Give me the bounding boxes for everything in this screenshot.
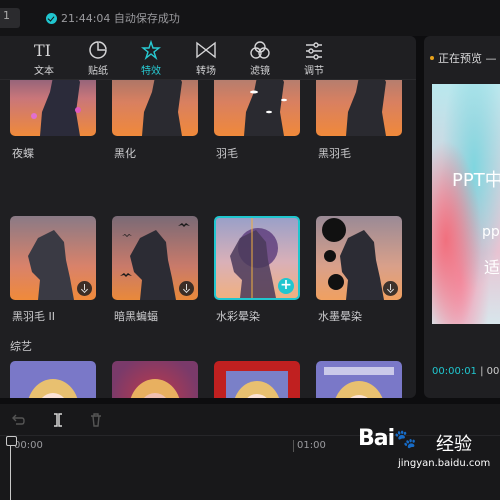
effect-thumb-variety-2[interactable] (112, 361, 198, 398)
effect-label: 黑羽毛 (318, 147, 351, 160)
baidu-watermark: Bai🐾 经验 jingyan.baidu.com (358, 422, 498, 492)
playhead[interactable] (6, 436, 17, 500)
canvas-title-text: PPT中 (452, 170, 500, 191)
project-tab[interactable]: 1 (0, 8, 20, 28)
anime-girl-image (130, 379, 180, 398)
section-title-variety: 综艺 (10, 340, 32, 353)
canvas-body-text: 适 (484, 258, 500, 277)
top-bar: 1 21:44:04 自动保存成功 (0, 0, 500, 36)
tab-sticker[interactable]: 贴纸 (78, 38, 118, 78)
effect-thumb-watercolor-blend[interactable]: + (214, 216, 300, 300)
transition-icon (196, 41, 216, 59)
text-icon: TI (34, 41, 51, 60)
delete-icon[interactable] (88, 412, 104, 428)
status-dot-icon (430, 56, 434, 60)
paw-icon: 🐾 (394, 429, 416, 450)
preview-canvas[interactable]: PPT中 pp 适 (432, 84, 500, 324)
tab-text-label: 文本 (34, 66, 54, 77)
ruler-label: 00:00 (14, 440, 43, 451)
preview-header: 正在预览 — (430, 50, 497, 66)
watermark-brand: Bai🐾 (358, 426, 417, 451)
download-icon[interactable] (383, 281, 398, 296)
effect-thumb-night-butterfly[interactable] (10, 80, 96, 136)
effect-thumb-blacken[interactable] (112, 80, 198, 136)
silhouette-image (142, 80, 182, 136)
tab-filter[interactable]: 滤镜 (240, 38, 280, 78)
effects-grid: 夜蝶 黑化 羽毛 黑羽毛 + 黑羽毛 II 暗黑蝙蝠 水彩晕染 水墨晕染 综艺 (0, 80, 416, 398)
download-icon[interactable] (77, 281, 92, 296)
effect-thumb-variety-1[interactable] (10, 361, 96, 398)
sticker-icon (89, 41, 107, 59)
watermark-url: jingyan.baidu.com (398, 458, 491, 469)
material-panel: TI 文本 贴纸 特效 转场 滤镜 调节 夜蝶 黑化 羽毛 黑羽毛 + 黑羽毛 … (0, 36, 416, 398)
tab-transition-label: 转场 (196, 66, 216, 77)
tab-effects[interactable]: 特效 (131, 38, 171, 78)
effect-label: 暗黑蝙蝠 (114, 310, 158, 323)
effect-thumb-black-feather[interactable] (316, 80, 402, 136)
total-time: 00 (486, 366, 500, 377)
preview-title: 正在预览 — (438, 52, 497, 65)
split-icon[interactable] (50, 412, 66, 428)
effect-thumb-variety-4[interactable] (316, 361, 402, 398)
preview-timecode: 00:00:01 | 00 (432, 366, 499, 377)
canvas-subtitle-text: pp (482, 224, 500, 240)
svg-text:TI: TI (34, 41, 51, 60)
autosave-status: 21:44:04 自动保存成功 (46, 10, 180, 26)
adjust-icon (306, 42, 322, 60)
ruler-label: 01:00 (297, 440, 326, 451)
tab-transition[interactable]: 转场 (186, 38, 226, 78)
effect-thumb-variety-3[interactable] (214, 361, 300, 398)
effects-star-icon (141, 40, 161, 60)
effect-label: 水彩晕染 (216, 310, 260, 323)
tab-filter-label: 滤镜 (250, 66, 270, 77)
autosave-text: 21:44:04 自动保存成功 (61, 12, 180, 25)
filter-icon (250, 41, 270, 59)
tab-effects-label: 特效 (141, 66, 161, 77)
anime-girl-image (28, 379, 78, 398)
watermark-suffix: 经验 (436, 434, 472, 455)
tab-adjust[interactable]: 调节 (294, 38, 334, 78)
effect-thumb-black-feather-2[interactable] (10, 216, 96, 300)
tab-text[interactable]: TI 文本 (24, 38, 64, 78)
silhouette-image (31, 80, 81, 136)
material-toolbar: TI 文本 贴纸 特效 转场 滤镜 调节 (0, 36, 416, 80)
check-circle-icon (46, 12, 57, 24)
effect-label: 黑化 (114, 147, 136, 160)
effect-thumb-dark-bats[interactable] (112, 216, 198, 300)
effect-label: 水墨晕染 (318, 310, 362, 323)
tab-sticker-label: 贴纸 (88, 66, 108, 77)
silhouette-image (244, 80, 287, 136)
effect-label: 羽毛 (216, 147, 238, 160)
current-time: 00:00:01 (432, 366, 477, 377)
download-icon[interactable] (179, 281, 194, 296)
preview-panel: 正在预览 — PPT中 pp 适 00:00:01 | 00 (424, 36, 500, 398)
undo-icon[interactable] (10, 412, 26, 428)
add-effect-button[interactable]: + (278, 278, 294, 294)
effect-label: 黑羽毛 II (12, 310, 55, 323)
project-tab-label: 1 (3, 9, 10, 22)
tab-adjust-label: 调节 (304, 66, 324, 77)
effect-label: 夜蝶 (12, 147, 34, 160)
anime-girl-image (324, 367, 394, 398)
effect-thumb-feather[interactable] (214, 80, 300, 136)
anime-girl-image (226, 371, 288, 398)
silhouette-image (346, 80, 386, 136)
ruler-tick (293, 440, 294, 452)
effect-thumb-ink-blend[interactable] (316, 216, 402, 300)
